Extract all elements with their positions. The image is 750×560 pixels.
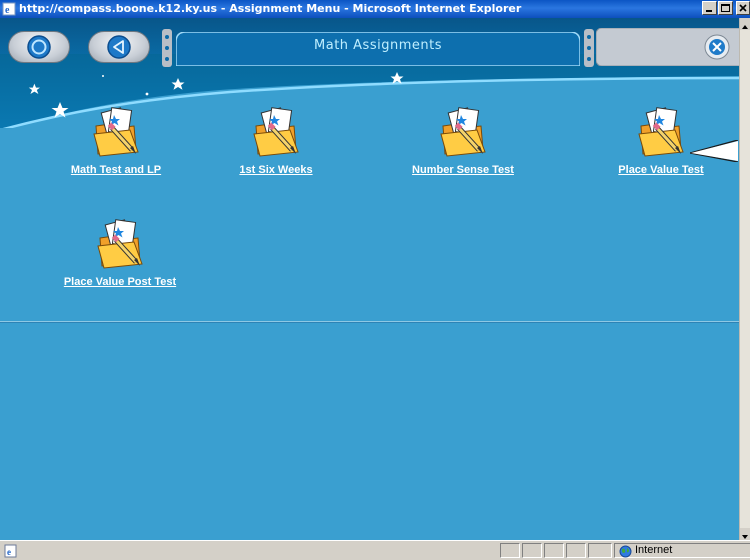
assignment-folder-icon	[638, 107, 684, 157]
page-done-icon: e	[4, 544, 17, 558]
assignment-link[interactable]: Place Value Test	[618, 164, 703, 176]
svg-text:e: e	[7, 547, 11, 557]
window-close-icon	[739, 4, 747, 12]
tab-math-assignments: Math Assignments	[176, 32, 580, 66]
scroll-down-button[interactable]	[740, 528, 750, 540]
assignment-link[interactable]: Number Sense Test	[412, 164, 514, 176]
home-button[interactable]	[8, 31, 70, 63]
assignment-item-1st-six-weeks[interactable]: 1st Six Weeks	[196, 106, 356, 177]
assignment-item-place-value-post-test[interactable]: Place Value Post Test	[40, 218, 200, 289]
vertical-scrollbar[interactable]	[739, 18, 750, 540]
toolbar-grip-icon	[584, 29, 594, 67]
window-title-bar: e http://compass.boone.k12.ky.us - Assig…	[0, 0, 750, 18]
close-area	[595, 27, 750, 67]
status-cell	[588, 543, 612, 558]
status-cell	[500, 543, 520, 558]
assignment-folder-icon	[97, 219, 143, 269]
assignment-folder-icon	[93, 107, 139, 157]
maximize-button[interactable]	[718, 1, 733, 15]
content-divider	[0, 321, 750, 323]
assignment-item-math-test-and-lp[interactable]: Math Test and LP	[36, 106, 196, 177]
tab-title: Math Assignments	[314, 38, 442, 53]
callout-pointer-icon	[690, 140, 739, 162]
home-circle-icon	[27, 35, 51, 59]
back-arrow-icon	[107, 35, 131, 59]
maximize-icon	[721, 4, 730, 12]
minimize-icon	[706, 10, 712, 12]
assignment-folder-icon	[440, 107, 486, 157]
status-cell	[522, 543, 542, 558]
assignment-menu: Math Test and LP 1st Six Weeks Number Se…	[0, 107, 750, 540]
internet-globe-icon	[619, 545, 632, 558]
back-button[interactable]	[88, 31, 150, 63]
status-cell	[566, 543, 586, 558]
assignment-link[interactable]: 1st Six Weeks	[239, 164, 312, 176]
close-x-icon[interactable]	[702, 33, 732, 61]
scroll-up-button[interactable]	[740, 18, 750, 30]
security-zone: Internet	[614, 543, 750, 558]
toolbar-grip-icon	[162, 29, 172, 67]
assignment-link[interactable]: Math Test and LP	[71, 164, 161, 176]
assignment-folder-icon	[253, 107, 299, 157]
assignment-link[interactable]: Place Value Post Test	[64, 276, 176, 288]
ie-page-icon: e	[2, 2, 16, 16]
svg-text:e: e	[5, 5, 10, 16]
window-title: http://compass.boone.k12.ky.us - Assignm…	[19, 2, 522, 15]
minimize-button[interactable]	[702, 1, 717, 15]
zone-label: Internet	[635, 544, 673, 556]
status-cell	[544, 543, 564, 558]
scroll-up-icon	[742, 25, 748, 29]
window-close-button[interactable]	[736, 1, 750, 15]
status-bar: e Internet	[0, 540, 750, 560]
assignment-item-number-sense-test[interactable]: Number Sense Test	[383, 106, 543, 177]
